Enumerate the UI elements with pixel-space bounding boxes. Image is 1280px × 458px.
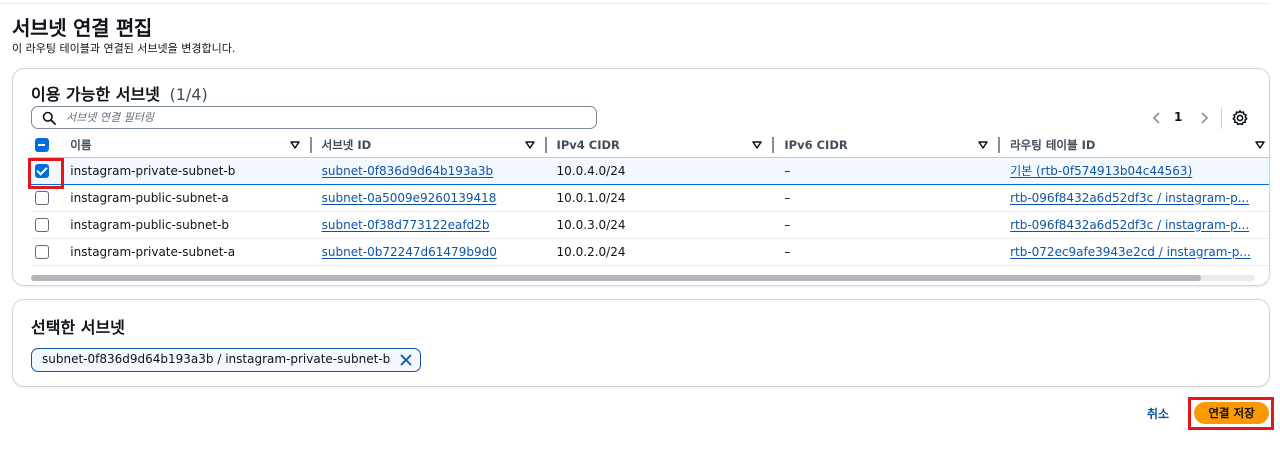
subnet-id-link[interactable]: subnet-0f836d9d64b193a3b	[322, 164, 494, 178]
subnet-id-cell: subnet-0b72247d61479b9d0	[311, 238, 547, 266]
select-all-cell	[31, 133, 61, 158]
subnets-table: 이름 서브넷 ID IPv4 CIDR IPv6 CIDR 라우팅 테이블 ID	[31, 133, 1269, 266]
sort-caret-icon[interactable]	[524, 140, 535, 150]
route-table-link[interactable]: rtb-096f8432a6d52df3c / instagram-p...	[1010, 218, 1249, 232]
subnet-filter-input[interactable]	[66, 109, 586, 126]
column-header-route-table-id[interactable]: 라우팅 테이블 ID	[1000, 133, 1269, 158]
sort-caret-icon[interactable]	[752, 140, 763, 150]
subnet-id-link[interactable]: subnet-0b72247d61479b9d0	[322, 245, 497, 259]
chevron-right-icon[interactable]	[1197, 110, 1211, 126]
chevron-left-icon[interactable]	[1150, 110, 1164, 126]
ipv6-cidr: –	[774, 184, 1001, 212]
subnet-id-cell: subnet-0a5009e9260139418	[311, 184, 547, 212]
route-table-link[interactable]: rtb-096f8432a6d52df3c / instagram-p...	[1010, 191, 1249, 205]
page-number[interactable]: 1	[1174, 110, 1182, 124]
subnet-id-link[interactable]: subnet-0f38d773122eafd2b	[322, 218, 490, 232]
available-subnets-count: (1/4)	[169, 85, 208, 104]
ipv6-cidr: –	[774, 238, 1001, 266]
subnet-name: instagram-public-subnet-b	[60, 211, 312, 239]
horizontal-scrollbar[interactable]	[31, 275, 1255, 281]
sort-caret-icon[interactable]	[978, 140, 988, 150]
row-checkbox[interactable]	[35, 190, 49, 205]
sort-caret-icon[interactable]	[1255, 140, 1265, 150]
route-table-cell: 기본 (rtb-0f574913b04c44563)	[1000, 156, 1269, 185]
subnet-name: instagram-private-subnet-a	[60, 238, 312, 266]
ipv4-cidr: 10.0.3.0/24	[546, 211, 775, 239]
route-table-link[interactable]: 기본 (rtb-0f574913b04c44563)	[1010, 164, 1192, 178]
select-all-checkbox[interactable]	[35, 138, 49, 152]
row-select-cell	[31, 211, 61, 239]
table-row[interactable]: instagram-public-subnet-b subnet-0f38d77…	[31, 211, 1269, 239]
sort-caret-icon[interactable]	[289, 140, 300, 150]
close-icon[interactable]	[400, 354, 412, 366]
column-header-ipv4-cidr[interactable]: IPv4 CIDR	[546, 133, 775, 158]
selected-subnet-token: subnet-0f836d9d64b193a3b / instagram-pri…	[31, 348, 422, 372]
page-description: 이 라우팅 테이블과 연결된 서브넷을 변경합니다.	[12, 42, 236, 55]
table-row[interactable]: instagram-public-subnet-a subnet-0a5009e…	[31, 184, 1269, 212]
highlight-box-checkbox	[28, 158, 64, 189]
route-table-cell: rtb-096f8432a6d52df3c / instagram-p...	[1000, 211, 1269, 239]
available-subnets-title: 이용 가능한 서브넷	[31, 85, 160, 104]
route-table-link[interactable]: rtb-072ec9afe3943e2cd / instagram-p...	[1010, 245, 1251, 259]
subnet-id-link[interactable]: subnet-0a5009e9260139418	[322, 191, 497, 205]
row-select-cell	[31, 238, 61, 266]
ipv6-cidr: –	[774, 156, 1001, 185]
ipv4-cidr: 10.0.4.0/24	[546, 156, 775, 185]
subnet-id-cell: subnet-0f38d773122eafd2b	[311, 211, 547, 239]
pager-divider	[1221, 107, 1222, 129]
ipv4-cidr: 10.0.2.0/24	[546, 238, 775, 266]
available-subnets-panel: 이용 가능한 서브넷 (1/4) 1 이름 서브넷 ID	[12, 68, 1270, 286]
column-header-subnet-id[interactable]: 서브넷 ID	[311, 133, 547, 158]
row-checkbox[interactable]	[35, 217, 49, 232]
column-header-ipv6-cidr[interactable]: IPv6 CIDR	[774, 133, 1001, 158]
subnet-id-cell: subnet-0f836d9d64b193a3b	[311, 156, 547, 185]
row-checkbox[interactable]	[35, 244, 49, 259]
table-row[interactable]: instagram-private-subnet-a subnet-0b7224…	[31, 238, 1269, 266]
search-icon	[42, 111, 56, 125]
selected-subnets-title: 선택한 서브넷	[31, 318, 125, 337]
cancel-button[interactable]: 취소	[1147, 405, 1169, 422]
ipv6-cidr: –	[774, 211, 1001, 239]
top-divider	[0, 3, 1268, 4]
column-header-name[interactable]: 이름	[60, 133, 312, 158]
selected-subnet-token-label: subnet-0f836d9d64b193a3b / instagram-pri…	[42, 352, 391, 366]
selected-subnets-panel: 선택한 서브넷 subnet-0f836d9d64b193a3b / insta…	[12, 299, 1270, 387]
subnet-name: instagram-private-subnet-b	[60, 156, 312, 185]
settings-gear-icon[interactable]	[1231, 109, 1249, 127]
subnet-filter[interactable]	[31, 106, 597, 129]
subnet-name: instagram-public-subnet-a	[60, 184, 312, 212]
page-title: 서브넷 연결 편집	[12, 16, 153, 40]
route-table-cell: rtb-096f8432a6d52df3c / instagram-p...	[1000, 184, 1269, 212]
save-associations-button[interactable]: 연결 저장	[1194, 402, 1269, 424]
table-header-row: 이름 서브넷 ID IPv4 CIDR IPv6 CIDR 라우팅 테이블 ID	[31, 133, 1269, 158]
scrollbar-thumb[interactable]	[31, 275, 1201, 281]
route-table-cell: rtb-072ec9afe3943e2cd / instagram-p...	[1000, 238, 1269, 266]
table-row[interactable]: instagram-private-subnet-b subnet-0f836d…	[31, 156, 1269, 185]
available-subnets-header: 이용 가능한 서브넷 (1/4)	[31, 81, 208, 105]
ipv4-cidr: 10.0.1.0/24	[546, 184, 775, 212]
